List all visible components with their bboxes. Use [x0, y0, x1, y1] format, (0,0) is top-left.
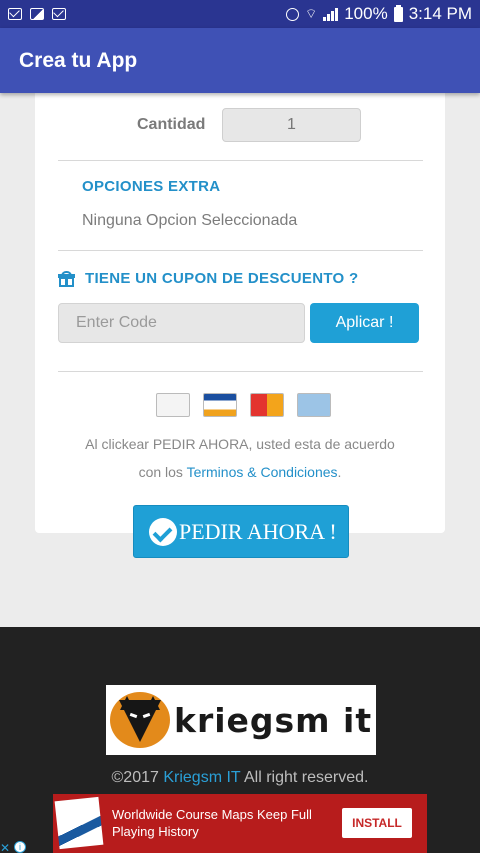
- app-bar: Crea tu App: [0, 28, 480, 93]
- order-now-button[interactable]: PEDIR AHORA !: [133, 505, 349, 558]
- order-card: Cantidad OPCIONES EXTRA Ninguna Opcion S…: [35, 93, 445, 533]
- fox-logo-icon: [110, 690, 170, 750]
- company-link[interactable]: Kriegsm IT: [163, 769, 240, 786]
- open-mail-notification-icon: [52, 8, 66, 20]
- terms-line: con los Terminos & Condiciones.: [35, 464, 445, 480]
- coupon-heading: TIENE UN CUPON DE DESCUENTO ?: [58, 270, 358, 287]
- ad-text: Worldwide Course Maps Keep Full Playing …: [112, 807, 312, 839]
- battery-percent: 100%: [344, 4, 388, 23]
- payment-methods: [156, 393, 331, 417]
- company-logo: kriegsm it: [106, 685, 376, 755]
- alarm-icon: [285, 7, 299, 21]
- terms-text: Al clickear PEDIR AHORA, usted esta de a…: [85, 436, 395, 452]
- mastercard-icon: [250, 393, 284, 417]
- quantity-label: Cantidad: [137, 116, 206, 133]
- copyright-suffix: All right reserved.: [240, 769, 369, 786]
- paypal-icon: [156, 393, 190, 417]
- image-notification-icon: [30, 8, 44, 20]
- copyright-prefix: ©2017: [111, 769, 164, 786]
- divider: [58, 250, 423, 251]
- coupon-title: TIENE UN CUPON DE DESCUENTO ?: [85, 270, 359, 287]
- ad-image: [54, 796, 104, 850]
- ad-install-button[interactable]: INSTALL: [342, 808, 412, 838]
- copyright: ©2017 Kriegsm IT All right reserved.: [0, 769, 480, 787]
- terms-suffix: .: [337, 464, 342, 480]
- system-icons: ⌔ 100% 3:14 PM: [285, 4, 472, 24]
- ad-info-icon[interactable]: i: [14, 841, 26, 853]
- notification-icons: [8, 8, 66, 20]
- gift-icon: [58, 270, 75, 287]
- apply-coupon-button[interactable]: Aplicar !: [310, 303, 419, 343]
- quantity-row: Cantidad: [35, 107, 445, 147]
- coupon-code-input[interactable]: [58, 303, 305, 343]
- ad-close-icon[interactable]: ✕: [0, 842, 14, 853]
- signal-icon: [323, 7, 339, 21]
- divider: [58, 160, 423, 161]
- logo-text: kriegsm it: [174, 700, 373, 740]
- amex-icon: [297, 393, 331, 417]
- check-circle-icon: [149, 517, 177, 546]
- terms-link[interactable]: Terminos & Condiciones: [187, 464, 338, 480]
- visa-icon: [203, 393, 237, 417]
- extras-title: OPCIONES EXTRA: [82, 178, 221, 195]
- clock: 3:14 PM: [408, 4, 472, 23]
- app-title: Crea tu App: [19, 48, 138, 72]
- status-bar: ⌔ 100% 3:14 PM: [0, 0, 480, 28]
- extras-value: Ninguna Opcion Seleccionada: [82, 212, 298, 229]
- wifi-icon: ⌔: [304, 6, 318, 21]
- battery-icon: [393, 4, 403, 22]
- quantity-input[interactable]: [222, 108, 361, 142]
- mail-notification-icon: [8, 8, 22, 20]
- divider: [58, 371, 423, 372]
- terms-prefix: con los: [138, 464, 187, 480]
- order-now-label: PEDIR AHORA !: [179, 518, 337, 544]
- ad-banner[interactable]: Worldwide Course Maps Keep Full Playing …: [53, 794, 427, 853]
